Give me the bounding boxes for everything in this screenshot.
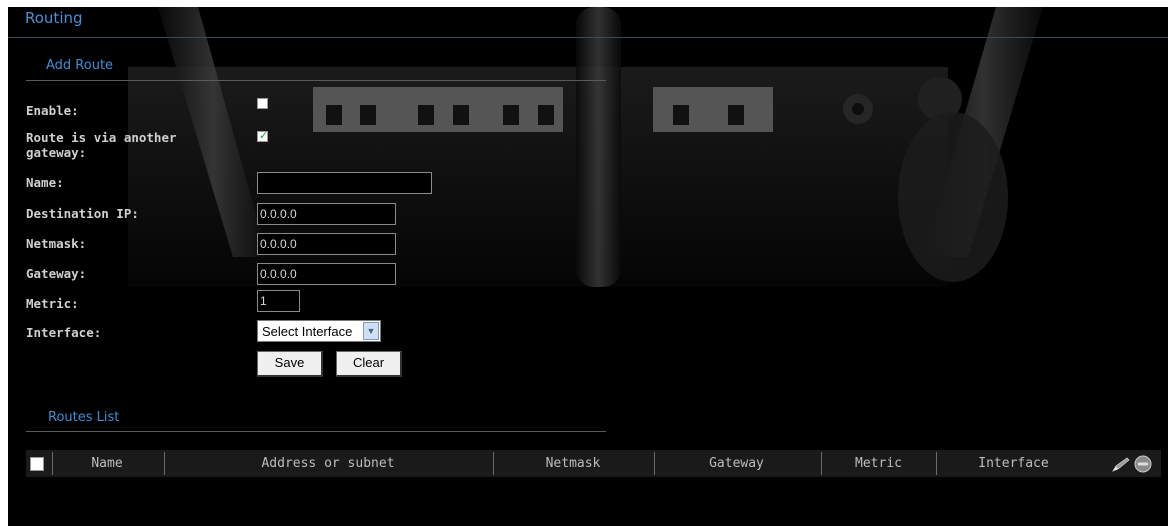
via-gateway-checkbox[interactable]: ✓: [257, 129, 269, 142]
column-metric[interactable]: Metric: [821, 450, 936, 477]
gateway-label: Gateway:: [26, 266, 87, 281]
routing-page: Routing Add Route Enable: Route is via a…: [8, 7, 1168, 526]
metric-input[interactable]: 1: [257, 290, 300, 312]
column-gateway[interactable]: Gateway: [654, 450, 819, 477]
via-gateway-label: Route is via another gateway:: [26, 130, 177, 160]
column-address[interactable]: Address or subnet: [164, 450, 492, 477]
netmask-input[interactable]: 0.0.0.0: [257, 233, 396, 255]
column-name[interactable]: Name: [52, 450, 162, 477]
routes-list-heading: Routes List: [48, 410, 120, 425]
metric-label: Metric:: [26, 296, 79, 311]
title-divider: [8, 37, 1168, 38]
enable-checkbox[interactable]: [257, 98, 268, 109]
routes-table-header: Name Address or subnet Netmask Gateway M…: [26, 450, 1161, 477]
column-interface[interactable]: Interface: [936, 450, 1091, 477]
chevron-down-icon[interactable]: ▼: [363, 322, 379, 340]
name-label: Name:: [26, 175, 64, 190]
interface-label: Interface:: [26, 325, 102, 340]
delete-circle-icon[interactable]: [1134, 455, 1152, 473]
enable-label: Enable:: [26, 103, 79, 118]
add-route-divider: [26, 80, 606, 81]
name-input[interactable]: [257, 172, 432, 194]
page-title: Routing: [25, 9, 83, 27]
router-background-image: [128, 7, 1043, 287]
save-button[interactable]: Save: [257, 351, 323, 377]
routes-list-divider: [26, 431, 606, 432]
select-all-checkbox[interactable]: [30, 457, 44, 471]
column-netmask[interactable]: Netmask: [493, 450, 653, 477]
destination-ip-label: Destination IP:: [26, 206, 139, 221]
clear-button[interactable]: Clear: [336, 351, 402, 377]
destination-ip-input[interactable]: 0.0.0.0: [257, 203, 396, 225]
interface-selected-value: Select Interface: [262, 324, 353, 339]
interface-select[interactable]: Select Interface ▼: [257, 320, 381, 342]
netmask-label: Netmask:: [26, 236, 87, 251]
edit-pencil-icon[interactable]: [1112, 457, 1130, 472]
checkmark-icon: ✓: [259, 129, 269, 142]
gateway-input[interactable]: 0.0.0.0: [257, 263, 396, 285]
add-route-heading: Add Route: [46, 58, 114, 73]
